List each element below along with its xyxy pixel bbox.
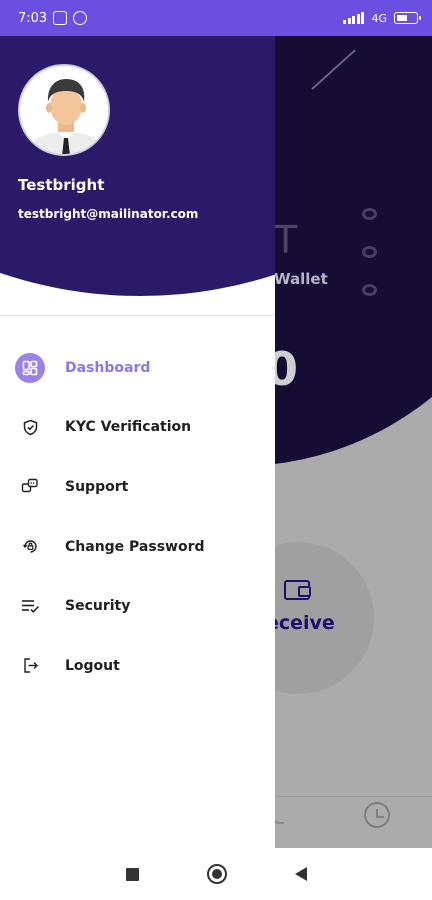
- more-dot-icon: [362, 284, 377, 296]
- security-list-icon: [15, 591, 45, 621]
- status-left: 7:03: [18, 10, 88, 26]
- wallet-icon: [284, 580, 311, 600]
- more-dot-icon: [362, 246, 377, 258]
- battery-icon: [394, 12, 421, 24]
- avatar[interactable]: [18, 64, 110, 156]
- user-email: testbright@mailinator.com: [18, 207, 199, 221]
- logout-icon: [15, 651, 45, 681]
- menu-item-logout[interactable]: Logout: [0, 636, 275, 696]
- receive-label: eceive: [266, 612, 335, 634]
- menu-label-logout: Logout: [65, 657, 120, 674]
- menu-item-support[interactable]: Support: [0, 457, 275, 517]
- menu-item-kyc-verification[interactable]: KYC Verification: [0, 398, 275, 458]
- shield-check-icon: [15, 412, 45, 442]
- status-bar: 7:03 4G: [0, 0, 432, 36]
- menu-item-change-password[interactable]: Change Password: [0, 517, 275, 577]
- user-avatar-icon: [20, 66, 108, 154]
- password-icon: [15, 532, 45, 562]
- menu-label-security: Security: [65, 598, 131, 615]
- navigation-drawer: Testbright testbright@mailinator.com Das…: [0, 36, 275, 848]
- network-type: 4G: [371, 11, 387, 25]
- menu-item-dashboard[interactable]: Dashboard: [0, 338, 275, 398]
- menu-label-kyc-verification: KYC Verification: [65, 419, 192, 436]
- back-button-icon[interactable]: [294, 867, 307, 881]
- system-nav-bar: [0, 848, 432, 900]
- background-title: T: [274, 218, 298, 262]
- background-wallet-label: Wallet: [274, 270, 328, 288]
- support-chat-icon: [15, 472, 45, 502]
- user-name: Testbright: [18, 176, 105, 194]
- menu-label-change-password: Change Password: [65, 538, 205, 555]
- status-right: 4G: [343, 11, 421, 25]
- drawer-divider: [0, 315, 275, 316]
- notification-sync-icon: [73, 11, 88, 25]
- menu-label-dashboard: Dashboard: [65, 359, 151, 376]
- menu-label-support: Support: [65, 478, 129, 495]
- notification-app-icon: [53, 11, 68, 25]
- signal-icon: [343, 12, 365, 24]
- history-clock-icon: [364, 802, 390, 828]
- recents-button-icon[interactable]: [125, 867, 139, 881]
- status-time: 7:03: [18, 10, 48, 26]
- more-dot-icon: [362, 208, 377, 220]
- menu-item-security[interactable]: Security: [0, 576, 275, 636]
- drawer-menu: Dashboard KYC Verification Support Chang…: [0, 338, 275, 696]
- dashboard-icon: [15, 352, 45, 383]
- bottom-nav-divider: [274, 796, 432, 797]
- home-button-icon[interactable]: [206, 864, 227, 884]
